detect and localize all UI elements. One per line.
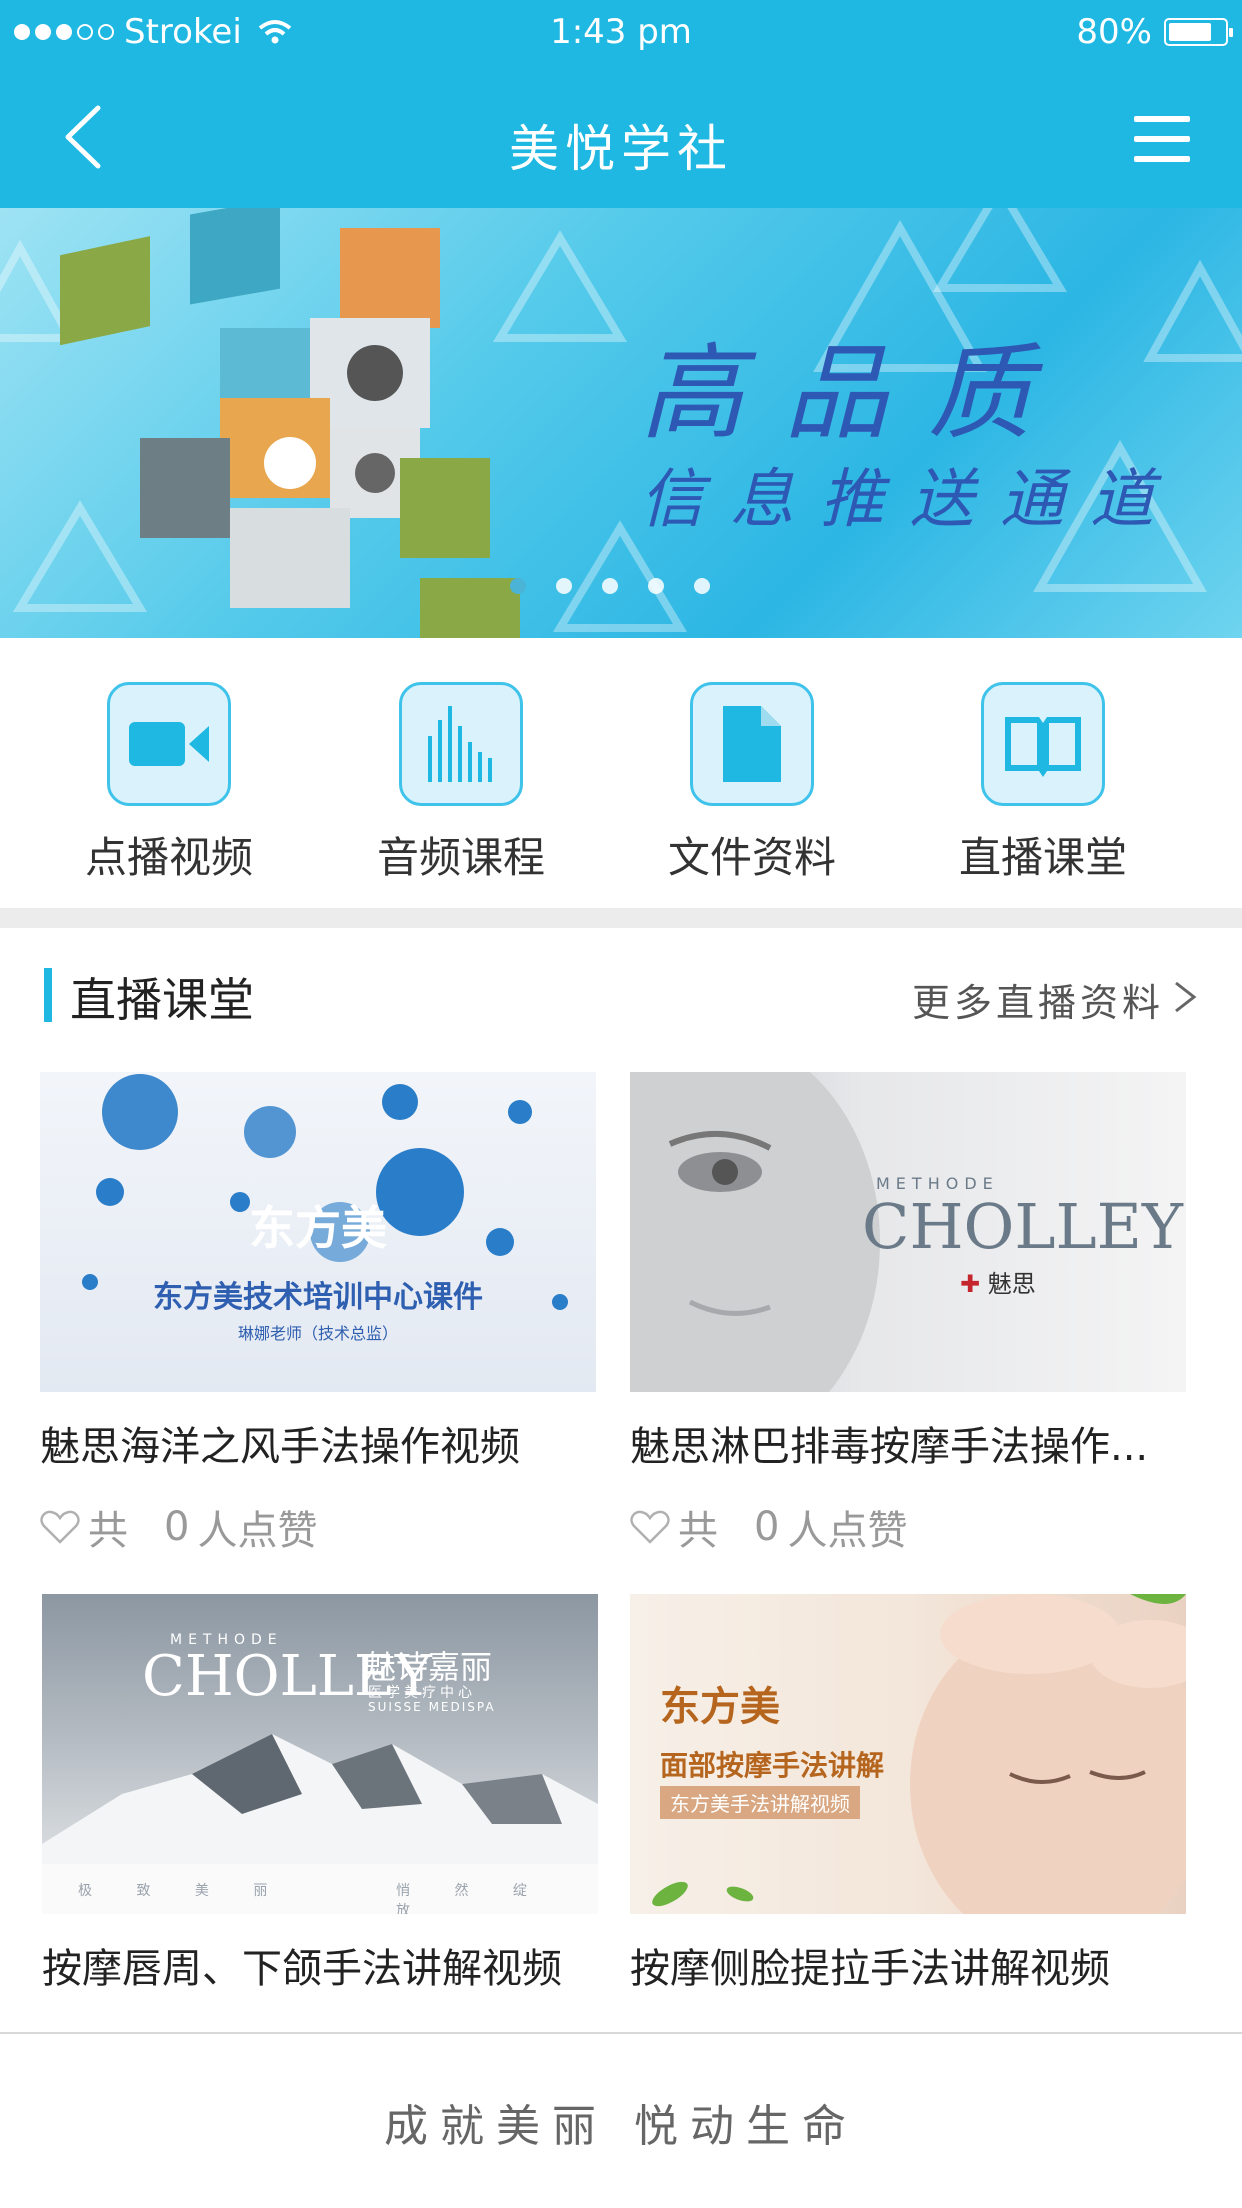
carousel-page-indicator[interactable] [510,578,710,594]
carousel-dot[interactable] [510,578,526,594]
banner-title: 高品质 [640,332,1073,454]
footer: 成就美丽 悦动生命 [0,2034,1242,2208]
quick-link-label: 文件资料 [667,833,836,882]
status-time: 1:43 pm [550,12,692,52]
quick-link-audio[interactable]: 音频课程 [341,682,581,885]
quick-link-documents[interactable]: 文件资料 [632,682,872,885]
course-title: 按摩侧脸提拉手法讲解视频 [630,1946,1110,1992]
thumbnail-brand: CHOLLEY [862,1190,1183,1263]
thumbnail-subcaption: SUISSE MEDISPA [368,1700,496,1714]
course-thumbnail[interactable]: METHODE CHOLLEY 魅诗嘉丽 医学美疗中心 SUISSE MEDIS… [42,1594,598,1914]
quick-link-label: 直播课堂 [958,833,1127,882]
carousel-dot[interactable] [648,578,664,594]
course-title: 魅思淋巴排毒按摩手法操作... [630,1424,1149,1470]
thumbnail-caption: 面部按摩手法讲解 [660,1749,885,1782]
thumbnail-brand: 东方美 [249,1201,387,1255]
open-book-icon [981,682,1105,806]
quick-link-live[interactable]: 直播课堂 [923,682,1163,885]
footer-slogan: 成就美丽 悦动生命 [384,2101,858,2152]
status-bar: Strokei 1:43 pm 80% [0,0,1242,64]
carousel-dot[interactable] [602,578,618,594]
thumbnail-subcaption: 东方美手法讲解视频 [660,1786,860,1819]
thumbnail-tag: 极 致 美 丽 [78,1883,288,1899]
course-title: 魅思海洋之风手法操作视频 [40,1424,520,1470]
battery-icon [1164,18,1233,46]
course-card[interactable]: 东方美 面部按摩手法讲解 东方美手法讲解视频 按摩侧脸提拉手法讲解视频 [630,1594,1186,1994]
section-accent-bar [44,968,52,1022]
thumbnail-tag: 悄 然 绽 放 [396,1883,547,1914]
quick-link-label: 音频课程 [376,833,545,882]
carousel-dot[interactable] [556,578,572,594]
thumbnail-subcaption: 琳娜老师（技术总监） [237,1324,398,1343]
more-link[interactable]: 更多直播资料 [912,972,1164,1027]
thumbnail-caption: 东方美技术培训中心课件 [153,1280,483,1315]
banner-carousel[interactable]: 高品质 信息推送通道 [0,208,1242,638]
section-header: 直播课堂 更多直播资料 [0,928,1242,1068]
mountain-artwork [42,1734,598,1914]
course-card[interactable]: METHODE CHOLLEY ✚ 魅思 魅思淋巴排毒按摩手法操作... 共 0… [630,1072,1186,1556]
section-title: 直播课堂 [70,973,254,1027]
page-title: 美悦学社 [509,120,733,178]
audio-bars-icon [399,682,523,806]
quick-link-video[interactable]: 点播视频 [49,682,289,885]
course-title: 按摩唇周、下颌手法讲解视频 [42,1946,562,1992]
like-count: 共 0 人点赞 [630,1498,1186,1556]
banner-subtitle: 信息推送通道 [640,463,1180,537]
course-thumbnail[interactable]: METHODE CHOLLEY ✚ 魅思 [630,1072,1186,1392]
course-card[interactable]: 东方美 东方美技术培训中心课件 琳娜老师（技术总监） 魅思海洋之风手法操作视频 … [40,1072,596,1556]
quick-link-label: 点播视频 [84,833,253,882]
course-thumbnail[interactable]: 东方美 面部按摩手法讲解 东方美手法讲解视频 [630,1594,1186,1914]
course-thumbnail[interactable]: 东方美 东方美技术培训中心课件 琳娜老师（技术总监） [40,1072,596,1392]
battery-percent: 80% [1076,12,1152,52]
heart-icon[interactable] [40,1509,80,1545]
document-icon [690,682,814,806]
status-right: 80% [1076,12,1233,52]
video-camera-icon [107,682,231,806]
thumbnail-subcaption: 医学美疗中心 [368,1685,476,1701]
chevron-right-icon[interactable] [1172,980,1198,1014]
nav-bar: 美悦学社 [0,64,1242,208]
quick-links: 点播视频 音频课程 文件资料 直播课堂 [0,638,1242,908]
section-divider [0,908,1242,928]
thumbnail-brand: 东方美 [660,1684,780,1730]
carousel-dot[interactable] [694,578,710,594]
heart-icon[interactable] [630,1509,670,1545]
like-count: 共 0 人点赞 [40,1498,596,1556]
hamburger-menu-icon[interactable] [1134,116,1190,162]
thumbnail-caption: ✚ 魅思 [960,1270,1036,1298]
course-card[interactable]: METHODE CHOLLEY 魅诗嘉丽 医学美疗中心 SUISSE MEDIS… [42,1594,598,1994]
